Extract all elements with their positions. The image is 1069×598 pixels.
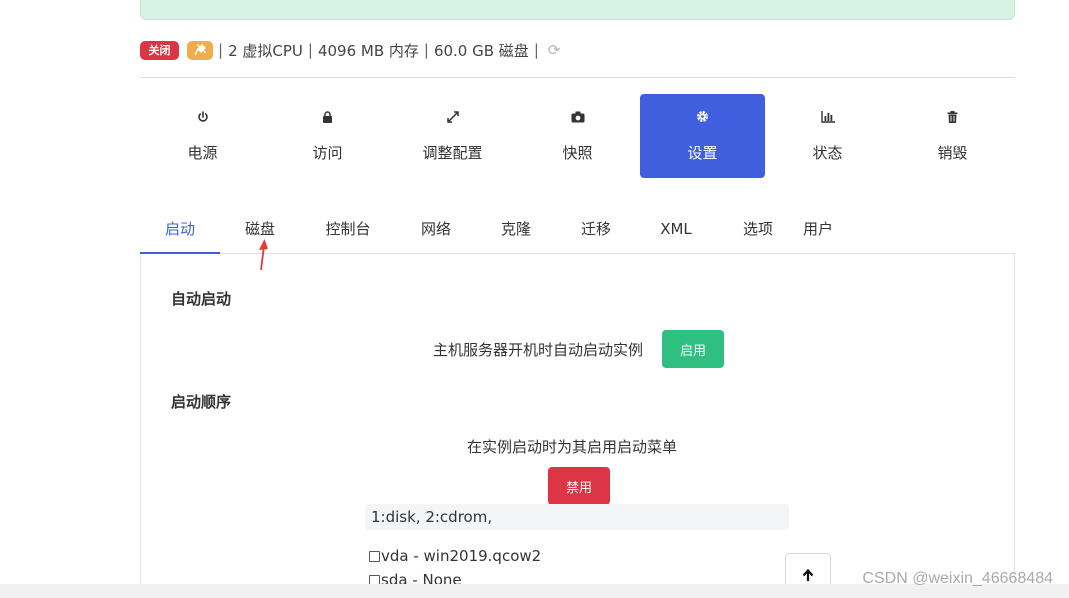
watermark: CSDN @weixin_46668484 <box>862 570 1053 587</box>
power-label: 电源 <box>187 143 218 162</box>
cpu-spec: 2 虚拟CPU <box>228 41 303 60</box>
tab-console[interactable]: 控制台 <box>312 204 384 253</box>
tab-xml[interactable]: XML <box>646 204 706 253</box>
snapshot-action[interactable]: 快照 <box>515 94 640 178</box>
resize-icon <box>446 110 459 130</box>
tab-network[interactable]: 网络 <box>406 204 466 253</box>
settings-action[interactable]: 设置 <box>640 94 765 178</box>
trash-icon <box>947 110 958 130</box>
instance-status-row: 关闭 | 2 虚拟CPU | 4096 MB 内存 | 60.0 GB 磁盘 |… <box>140 38 560 62</box>
camera-icon <box>571 110 585 130</box>
status-badge: 关闭 <box>140 40 179 60</box>
memory-spec: 4096 MB 内存 <box>317 41 419 60</box>
tab-clone[interactable]: 克隆 <box>486 204 546 253</box>
separator: | <box>307 41 313 59</box>
separator: | <box>218 41 224 59</box>
disable-boot-menu-button[interactable]: 禁用 <box>548 467 610 505</box>
boot-device-item[interactable]: vda - win2019.qcow2 <box>369 547 541 565</box>
gear-icon <box>696 110 709 130</box>
lock-icon <box>322 110 333 130</box>
settings-tabs: 启动 磁盘 控制台 网络 克隆 迁移 XML 选项 用户 <box>140 204 1015 254</box>
device-checkbox[interactable] <box>369 550 380 562</box>
disk-spec: 60.0 GB 磁盘 <box>433 41 529 60</box>
autostart-description: 主机服务器开机时自动启动实例 <box>433 341 644 359</box>
tab-boot[interactable]: 启动 <box>140 204 220 254</box>
boot-menu-description: 在实例启动时为其启用启动菜单 <box>467 438 678 456</box>
power-icon <box>197 110 209 130</box>
tab-users[interactable]: 用户 <box>790 204 846 253</box>
device-label: vda - win2019.qcow2 <box>381 547 542 565</box>
refresh-icon[interactable]: ⟳ <box>548 41 561 59</box>
boot-settings-panel: 自动启动 主机服务器开机时自动启动实例 启用 启动顺序 在实例启动时为其启用启动… <box>140 254 1015 598</box>
separator: | <box>533 41 539 59</box>
snapshot-label: 快照 <box>562 143 593 162</box>
plug-icon <box>187 40 213 60</box>
boot-order-input[interactable]: 1:disk, 2:cdrom, <box>365 504 789 530</box>
access-action[interactable]: 访问 <box>265 94 390 178</box>
stats-label: 状态 <box>812 143 843 162</box>
autostart-heading: 自动启动 <box>171 290 232 308</box>
boot-order-heading: 启动顺序 <box>171 393 232 411</box>
separator: | <box>423 41 429 59</box>
power-action[interactable]: 电源 <box>140 94 265 178</box>
resize-action[interactable]: 调整配置 <box>390 94 515 178</box>
enable-autostart-button[interactable]: 启用 <box>662 330 724 368</box>
instance-action-bar: 电源 访问 调整配置 快照 设置 状态 销毁 <box>140 94 1015 178</box>
settings-label: 设置 <box>687 143 718 162</box>
arrow-up-icon <box>802 568 814 581</box>
tab-migrate[interactable]: 迁移 <box>566 204 626 253</box>
access-label: 访问 <box>312 143 343 162</box>
bar-chart-icon <box>820 110 835 130</box>
resize-label: 调整配置 <box>422 143 483 162</box>
divider <box>140 77 1015 78</box>
tab-options[interactable]: 选项 <box>728 204 788 253</box>
success-alert <box>140 0 1015 20</box>
destroy-label: 销毁 <box>937 143 968 162</box>
stats-action[interactable]: 状态 <box>765 94 890 178</box>
destroy-action[interactable]: 销毁 <box>890 94 1015 178</box>
